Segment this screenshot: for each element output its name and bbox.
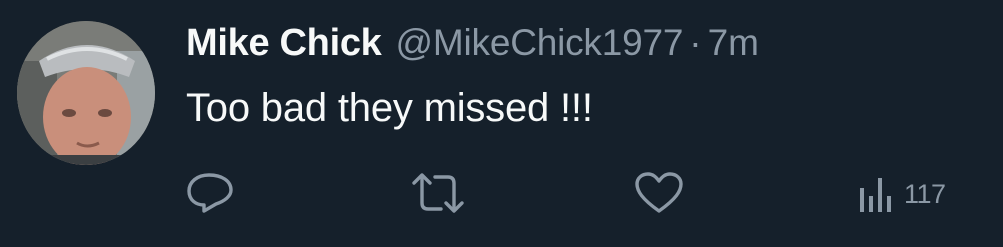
reply-icon [187,173,233,213]
tweet-header: Mike Chick @MikeChick1977 · 7m [186,22,759,72]
reply-button[interactable] [185,170,235,214]
retweet-button[interactable] [410,171,466,215]
avatar[interactable] [17,21,155,165]
views-count: 117 [904,178,946,209]
separator-dot: · [689,22,702,63]
author-name[interactable]: Mike Chick [186,22,382,65]
like-button[interactable] [634,171,684,215]
author-handle[interactable]: @MikeChick1977 [396,22,684,64]
heart-icon [635,172,683,213]
retweet-icon [412,173,464,213]
avatar-image [17,21,155,165]
timestamp[interactable]: 7m [708,22,759,64]
views-button[interactable]: 117 [858,174,946,214]
views-icon [860,178,891,212]
tweet[interactable]: Mike Chick @MikeChick1977 · 7m Too bad t… [0,0,1003,247]
tweet-text: Too bad they missed !!! [186,86,593,130]
